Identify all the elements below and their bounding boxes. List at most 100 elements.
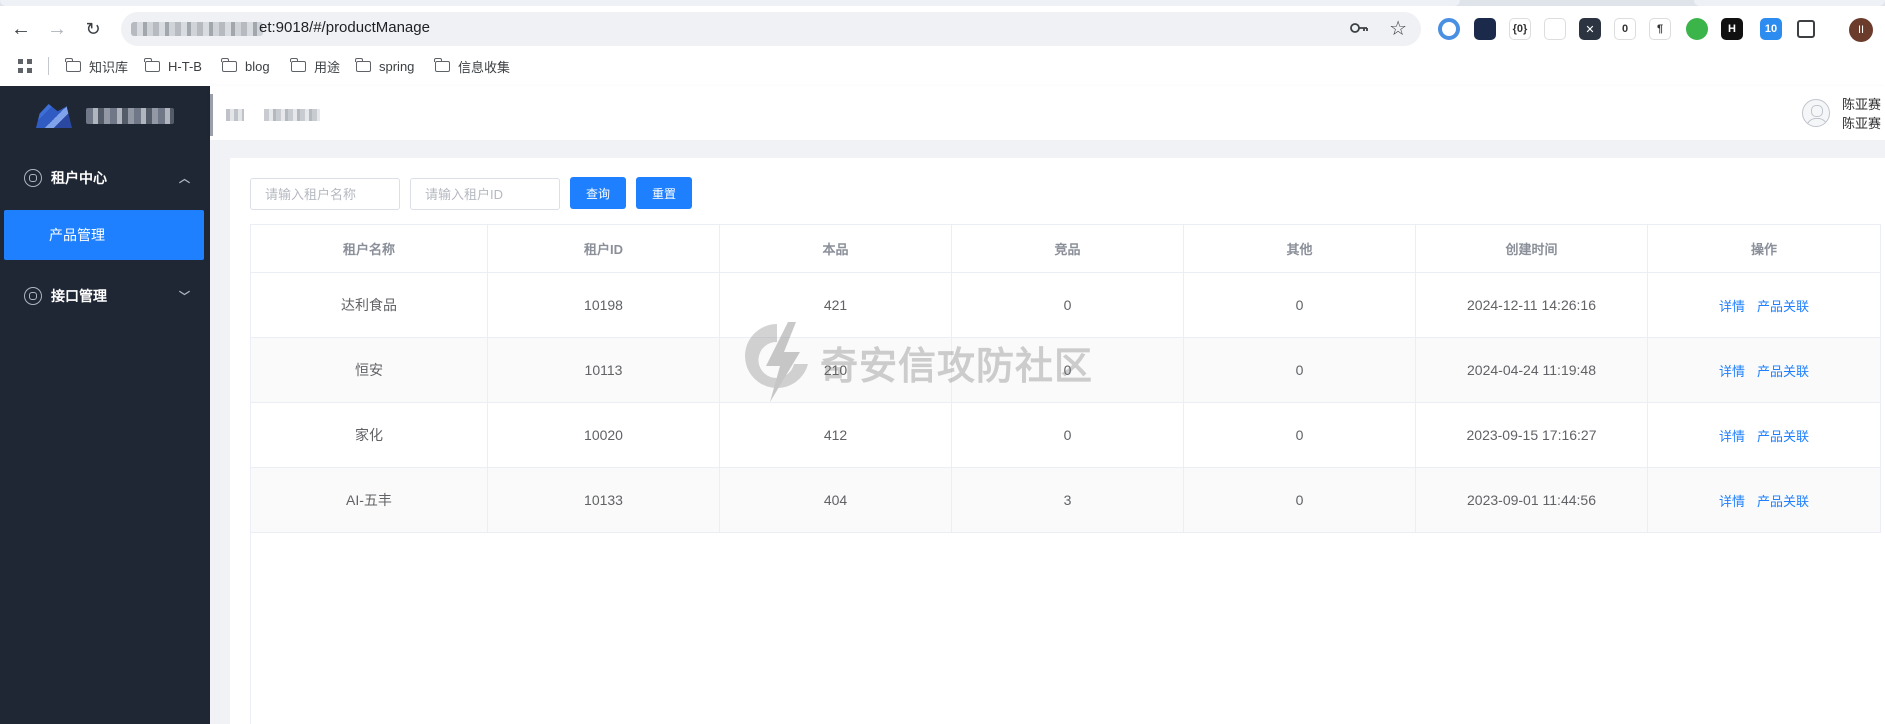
folder-icon xyxy=(144,57,160,72)
menu-group-api-manage[interactable]: 接口管理 ﹀ xyxy=(0,272,210,320)
table-empty-area xyxy=(250,532,1880,724)
profile-avatar[interactable]: II xyxy=(1849,18,1873,42)
json-ext-icon[interactable]: {0} xyxy=(1509,18,1531,40)
cell-actions: 详情 产品关联 xyxy=(1647,402,1881,468)
tenant-table: 租户名称 租户ID 本品 竞品 其他 创建时间 操作 达利食品 10198 42… xyxy=(250,224,1881,533)
detail-link[interactable]: 详情 xyxy=(1719,494,1745,509)
cell-actions: 详情 产品关联 xyxy=(1647,467,1881,533)
cell-tenant-name: 达利食品 xyxy=(250,272,488,338)
cell-competitor: 0 xyxy=(951,402,1184,468)
forward-arrow-icon[interactable]: → xyxy=(40,12,74,46)
pilcrow-ext-icon[interactable]: ¶ xyxy=(1649,18,1671,40)
product-link-link[interactable]: 产品关联 xyxy=(1757,494,1809,509)
cell-competitor: 0 xyxy=(951,272,1184,338)
reload-icon[interactable]: ↻ xyxy=(76,12,110,46)
user-avatar-icon[interactable] xyxy=(1802,99,1830,127)
puzzle-ext-icon[interactable] xyxy=(1797,20,1815,38)
tenant-id-input[interactable] xyxy=(410,178,560,210)
apps-grid-icon[interactable] xyxy=(18,59,32,73)
hex-ext-icon[interactable] xyxy=(1474,18,1496,40)
product-link-link[interactable]: 产品关联 xyxy=(1757,364,1809,379)
breadcrumb-tab[interactable] xyxy=(210,94,322,136)
menu-group-label: 租户中心 xyxy=(51,170,107,186)
address-bar[interactable]: et:9018/#/productManage ☆ xyxy=(121,12,1421,46)
column-header: 操作 xyxy=(1647,224,1881,273)
cell-other: 0 xyxy=(1183,337,1416,403)
password-key-icon[interactable] xyxy=(1349,20,1369,36)
bookmarks-bar: 知识库 H-T-B blog 用途 spring 信息收集 xyxy=(0,54,1885,78)
bookmark-folder[interactable]: H-T-B xyxy=(144,56,202,76)
chevron-up-icon: ︿ xyxy=(179,173,190,185)
table-row: 恒安 10113 210 0 0 2024-04-24 11:19:48 详情产… xyxy=(250,337,1881,403)
back-arrow-icon[interactable]: ← xyxy=(4,12,38,46)
cell-other: 0 xyxy=(1183,467,1416,533)
sidebar: 租户中心 ︿ 产品管理 接口管理 ﹀ xyxy=(0,86,210,724)
gear-icon xyxy=(24,169,42,187)
api-icon xyxy=(24,287,42,305)
table-row: 家化 10020 412 0 0 2023-09-15 17:16:27 详情产… xyxy=(250,402,1881,468)
green-ext-icon[interactable] xyxy=(1686,18,1708,40)
product-link-link[interactable]: 产品关联 xyxy=(1757,299,1809,314)
product-link-link[interactable]: 产品关联 xyxy=(1757,429,1809,444)
cell-tenant-id: 10198 xyxy=(487,272,720,338)
cell-tenant-name: 恒安 xyxy=(250,337,488,403)
folder-icon xyxy=(65,57,81,72)
table-row: AI-五丰 10133 404 3 0 2023-09-01 11:44:56 … xyxy=(250,467,1881,533)
cell-own: 421 xyxy=(719,272,952,338)
bookmark-folder[interactable]: blog xyxy=(221,56,270,76)
cell-tenant-name: 家化 xyxy=(250,402,488,468)
capture-ext-icon[interactable]: 0 xyxy=(1614,18,1636,40)
redacted-tab-title xyxy=(264,109,320,121)
redacted-host xyxy=(131,22,263,36)
cell-own: 210 xyxy=(719,337,952,403)
column-header: 本品 xyxy=(719,224,952,273)
query-button[interactable]: 查询 xyxy=(570,177,626,209)
cell-created: 2023-09-15 17:16:27 xyxy=(1415,402,1648,468)
url-text[interactable]: et:9018/#/productManage xyxy=(259,19,430,36)
menu-item-product-manage[interactable]: 产品管理 xyxy=(4,210,204,260)
detail-link[interactable]: 详情 xyxy=(1719,429,1745,444)
h-ext-icon[interactable]: H xyxy=(1721,18,1743,40)
redacted-icon xyxy=(226,109,244,121)
badge-ext-icon[interactable]: 10 xyxy=(1760,18,1782,40)
column-header: 竞品 xyxy=(951,224,1184,273)
folder-icon xyxy=(355,57,371,72)
bookmark-folder[interactable]: spring xyxy=(355,56,414,76)
cell-created: 2024-12-11 14:26:16 xyxy=(1415,272,1648,338)
unicorn-ext-icon[interactable] xyxy=(1544,18,1566,40)
cell-tenant-id: 10133 xyxy=(487,467,720,533)
bookmark-folder[interactable]: 知识库 xyxy=(65,56,128,76)
cell-actions: 详情 产品关联 xyxy=(1647,272,1881,338)
navigation-bar: ← → ↻ et:9018/#/productManage ☆ {0} ✕ 0 ¶ H 1… xyxy=(0,10,1885,48)
menu-item-label: 产品管理 xyxy=(49,227,105,243)
cell-actions: 详情 产品关联 xyxy=(1647,337,1881,403)
column-header: 其他 xyxy=(1183,224,1416,273)
cell-own: 404 xyxy=(719,467,952,533)
tenant-name-input[interactable] xyxy=(250,178,400,210)
bookmark-star-icon[interactable]: ☆ xyxy=(1389,16,1407,41)
chevron-down-icon: ﹀ xyxy=(179,291,190,303)
cell-competitor: 3 xyxy=(951,467,1184,533)
reset-button[interactable]: 重置 xyxy=(636,177,692,209)
app-header: 陈亚赛 陈亚赛 xyxy=(210,86,1885,140)
detail-link[interactable]: 详情 xyxy=(1719,299,1745,314)
cell-competitor: 0 xyxy=(951,337,1184,403)
tab-strip xyxy=(0,0,1885,6)
user-name[interactable]: 陈亚赛 xyxy=(1842,94,1881,113)
x-ext-icon[interactable]: ✕ xyxy=(1579,18,1601,40)
cell-other: 0 xyxy=(1183,272,1416,338)
bookmark-folder[interactable]: 用途 xyxy=(290,56,340,76)
app-logo xyxy=(36,102,176,130)
cell-tenant-id: 10020 xyxy=(487,402,720,468)
circle-ext-icon[interactable] xyxy=(1438,18,1460,40)
menu-group-tenant-center[interactable]: 租户中心 ︿ xyxy=(0,154,210,202)
bookmark-folder[interactable]: 信息收集 xyxy=(434,56,510,76)
folder-icon xyxy=(290,57,306,72)
browser-chrome: ← → ↻ et:9018/#/productManage ☆ {0} ✕ 0 ¶ H 1… xyxy=(0,0,1885,86)
detail-link[interactable]: 详情 xyxy=(1719,364,1745,379)
cell-other: 0 xyxy=(1183,402,1416,468)
logo-mark xyxy=(36,104,72,128)
cell-tenant-id: 10113 xyxy=(487,337,720,403)
cell-created: 2024-04-24 11:19:48 xyxy=(1415,337,1648,403)
user-name-secondary: 陈亚赛 xyxy=(1841,116,1881,131)
